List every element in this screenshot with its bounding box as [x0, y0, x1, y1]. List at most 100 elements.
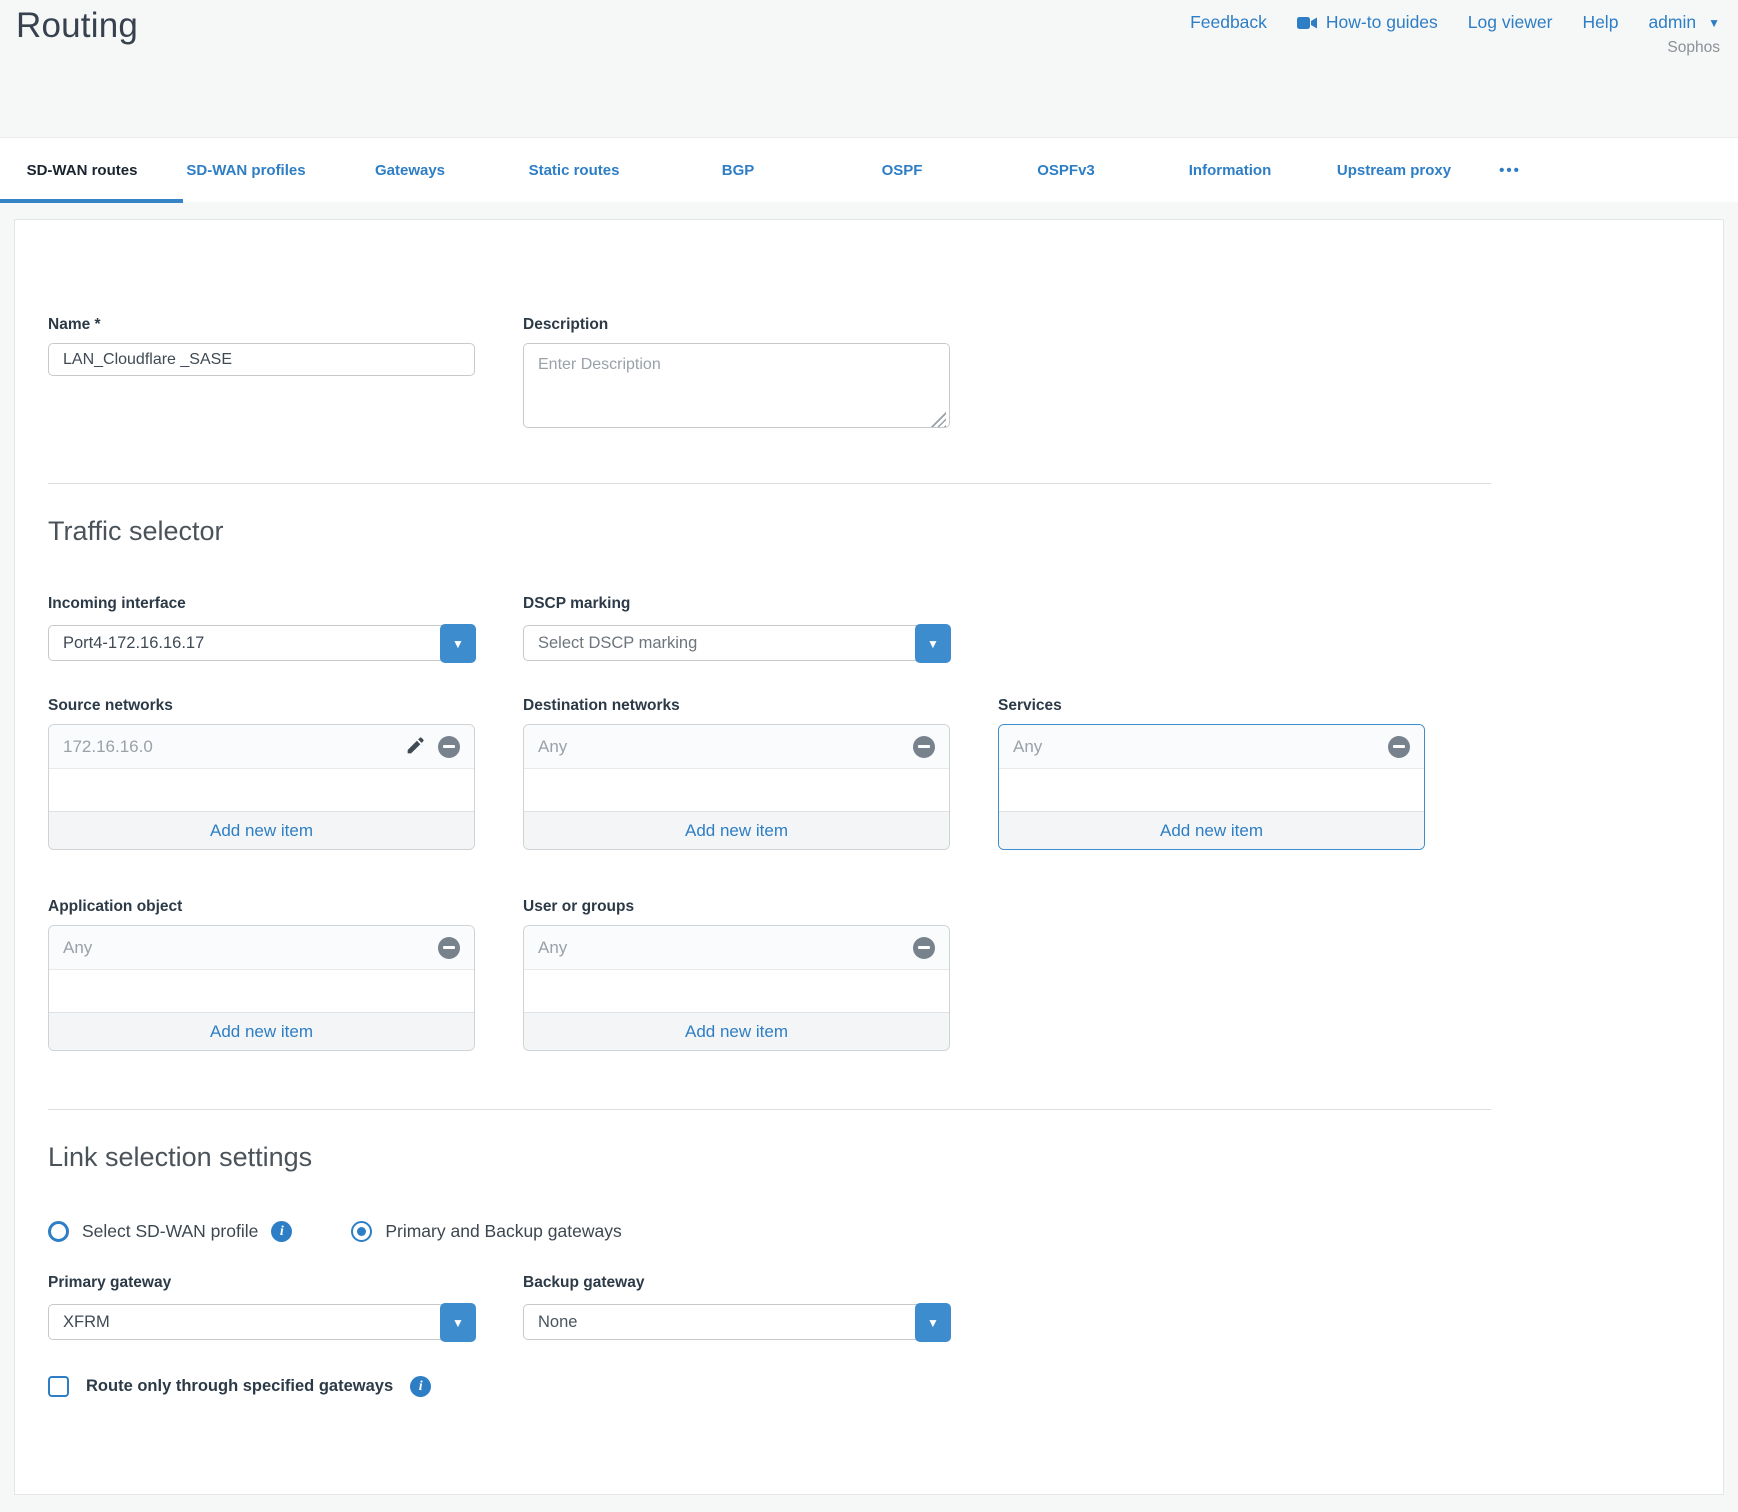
remove-item-icon[interactable]: [1388, 736, 1410, 758]
radio-primary-backup-gateways[interactable]: [351, 1221, 372, 1242]
primary-gateway-select[interactable]: XFRM ▼: [48, 1304, 475, 1340]
tab-label: Upstream proxy: [1337, 162, 1451, 179]
remove-item-icon[interactable]: [913, 736, 935, 758]
route-only-row: Route only through specified gateways i: [48, 1376, 1690, 1397]
list-item: Any: [524, 926, 949, 970]
remove-item-icon[interactable]: [438, 736, 460, 758]
active-tab-underline: [0, 199, 183, 203]
radio-sdwan-profile-label: Select SD-WAN profile: [82, 1221, 258, 1242]
tab-bgp[interactable]: BGP: [656, 138, 820, 203]
list-item: Any: [524, 725, 949, 769]
tab-ospfv3[interactable]: OSPFv3: [984, 138, 1148, 203]
tab-label: Information: [1189, 162, 1272, 179]
tab-static-routes[interactable]: Static routes: [492, 138, 656, 203]
dscp-marking-placeholder: Select DSCP marking: [538, 634, 697, 653]
list-empty-area: [524, 970, 949, 1012]
remove-item-icon[interactable]: [913, 937, 935, 959]
primary-gateway-label: Primary gateway: [48, 1274, 475, 1292]
tab-label: OSPF: [882, 162, 923, 179]
howto-guides-label: How-to guides: [1326, 12, 1438, 33]
list-item: Any: [999, 725, 1424, 769]
radio-sdwan-profile[interactable]: [48, 1221, 69, 1242]
destination-networks-box: Any Add new item: [523, 724, 950, 850]
caret-down-icon: ▼: [452, 638, 464, 650]
log-viewer-link[interactable]: Log viewer: [1468, 12, 1553, 33]
list-empty-area: [524, 769, 949, 811]
page-header: Routing Feedback How-to guides Log viewe…: [0, 0, 1738, 137]
tab-label: SD-WAN routes: [27, 162, 138, 179]
list-empty-area: [999, 769, 1424, 811]
destination-network-value: Any: [538, 737, 567, 757]
chevron-down-icon: ▼: [1708, 16, 1720, 30]
help-link[interactable]: Help: [1582, 12, 1618, 33]
destination-networks-label: Destination networks: [523, 697, 950, 715]
user-or-groups-box: Any Add new item: [523, 925, 950, 1051]
dropdown-button[interactable]: ▼: [440, 624, 476, 663]
routing-tabbar: SD-WAN routes SD-WAN profiles Gateways S…: [0, 137, 1738, 202]
name-description-row: Name * Description: [48, 316, 1690, 433]
remove-item-icon[interactable]: [438, 937, 460, 959]
log-viewer-label: Log viewer: [1468, 12, 1553, 33]
dscp-marking-select[interactable]: Select DSCP marking ▼: [523, 625, 950, 661]
help-label: Help: [1582, 12, 1618, 33]
caret-down-icon: ▼: [452, 1317, 464, 1329]
feedback-link[interactable]: Feedback: [1190, 12, 1267, 33]
route-only-label: Route only through specified gateways: [86, 1377, 393, 1396]
tab-gateways[interactable]: Gateways: [328, 138, 492, 203]
add-new-item-button[interactable]: Add new item: [999, 811, 1424, 849]
list-item: 172.16.16.0: [49, 725, 474, 769]
traffic-selector-heading: Traffic selector: [48, 516, 1690, 547]
list-empty-area: [49, 970, 474, 1012]
howto-guides-link[interactable]: How-to guides: [1297, 12, 1438, 33]
tab-sdwan-profiles[interactable]: SD-WAN profiles: [164, 138, 328, 203]
add-new-item-button[interactable]: Add new item: [524, 811, 949, 849]
section-divider: [48, 1109, 1491, 1110]
tab-upstream-proxy[interactable]: Upstream proxy: [1312, 138, 1476, 203]
caret-down-icon: ▼: [927, 638, 939, 650]
radio-primary-backup-label: Primary and Backup gateways: [385, 1221, 621, 1242]
more-tabs-button[interactable]: •••: [1476, 138, 1544, 203]
video-camera-icon: [1297, 16, 1318, 30]
add-new-item-button[interactable]: Add new item: [49, 1012, 474, 1050]
interface-dscp-row: Incoming interface Port4-172.16.16.17 ▼ …: [48, 595, 1690, 661]
tab-ospf[interactable]: OSPF: [820, 138, 984, 203]
list-item: Any: [49, 926, 474, 970]
tab-label: OSPFv3: [1037, 162, 1095, 179]
name-label: Name *: [48, 316, 475, 334]
dropdown-button[interactable]: ▼: [915, 1303, 951, 1342]
name-input[interactable]: [48, 343, 475, 376]
source-networks-label: Source networks: [48, 697, 475, 715]
tab-label: Static routes: [529, 162, 620, 179]
add-new-item-button[interactable]: Add new item: [49, 811, 474, 849]
application-object-label: Application object: [48, 898, 475, 916]
admin-menu[interactable]: admin ▼: [1648, 12, 1720, 33]
description-textarea[interactable]: [523, 343, 950, 428]
tab-sdwan-routes[interactable]: SD-WAN routes: [0, 138, 164, 203]
networks-row: Source networks 172.16.16.0 Add new: [48, 697, 1690, 850]
incoming-interface-select[interactable]: Port4-172.16.16.17 ▼: [48, 625, 475, 661]
source-networks-box: 172.16.16.0 Add new item: [48, 724, 475, 850]
description-label: Description: [523, 316, 950, 334]
tab-label: Gateways: [375, 162, 445, 179]
list-empty-area: [49, 769, 474, 811]
application-object-value: Any: [63, 938, 92, 958]
add-new-item-button[interactable]: Add new item: [524, 1012, 949, 1050]
edit-pencil-icon[interactable]: [404, 736, 426, 758]
dropdown-button[interactable]: ▼: [440, 1303, 476, 1342]
user-or-groups-value: Any: [538, 938, 567, 958]
route-only-checkbox[interactable]: [48, 1376, 69, 1397]
backup-gateway-label: Backup gateway: [523, 1274, 950, 1292]
source-network-value: 172.16.16.0: [63, 737, 153, 757]
dropdown-button[interactable]: ▼: [915, 624, 951, 663]
sdwan-route-form-card: Name * Description Traffic selector Inco…: [14, 219, 1724, 1495]
incoming-interface-label: Incoming interface: [48, 595, 475, 613]
tab-information[interactable]: Information: [1148, 138, 1312, 203]
app-user-row: Application object Any Add new item User…: [48, 898, 1690, 1051]
service-value: Any: [1013, 737, 1042, 757]
tab-label: BGP: [722, 162, 755, 179]
info-icon[interactable]: i: [410, 1376, 431, 1397]
backup-gateway-select[interactable]: None ▼: [523, 1304, 950, 1340]
services-label: Services: [998, 697, 1425, 715]
user-or-groups-label: User or groups: [523, 898, 950, 916]
info-icon[interactable]: i: [271, 1221, 292, 1242]
